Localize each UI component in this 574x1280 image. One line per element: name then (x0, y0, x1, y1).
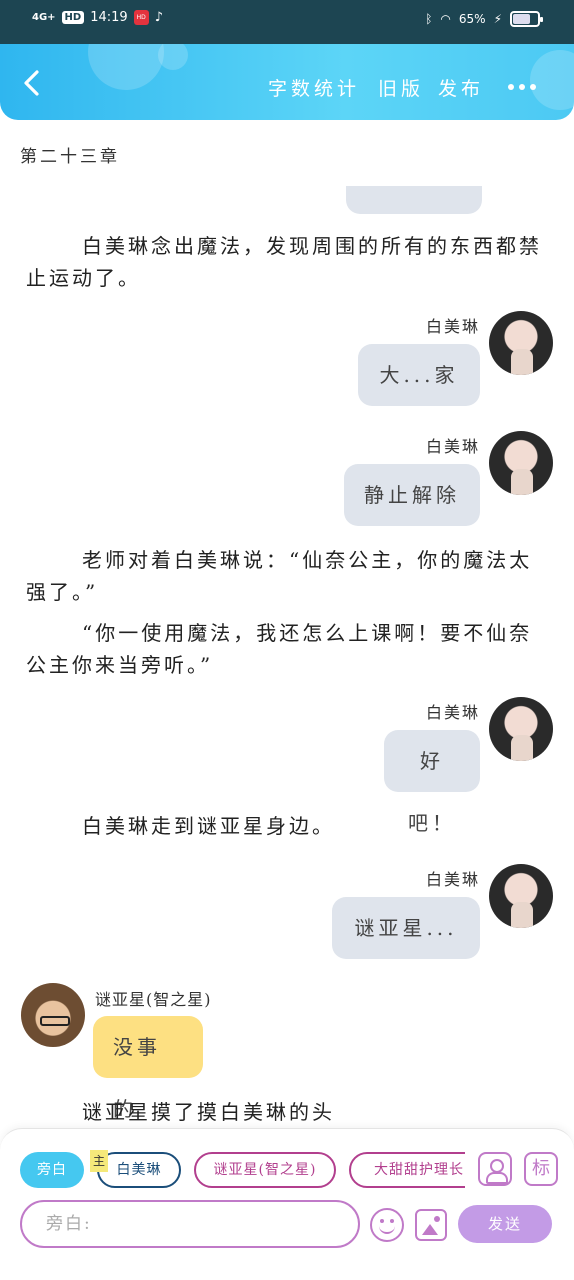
message-bubble[interactable]: 好吧！ (384, 730, 480, 835)
avatar[interactable] (489, 864, 553, 928)
bluetooth-icon: ᛒ (425, 12, 433, 26)
more-options-icon[interactable] (508, 84, 536, 90)
back-arrow-icon[interactable] (18, 68, 48, 98)
narration-text[interactable]: 老师对着白美琳说：“仙奈公主，你的魔法太强了。” (26, 544, 546, 608)
decoration-bubble (88, 44, 164, 90)
main-role-tag: 主 (90, 1150, 108, 1172)
avatar[interactable] (489, 697, 553, 761)
word-count-button[interactable]: 字数统计 (268, 74, 360, 101)
decoration-bubble (158, 44, 188, 70)
battery-icon (510, 11, 543, 27)
narration-text[interactable]: 白美琳走到谜亚星身边。 (82, 810, 574, 842)
network-indicator: 4G+ (32, 11, 56, 23)
speaker-name: 白美琳 (425, 317, 480, 336)
role-selector: 旁白 白美琳 谜亚星(智之星) 大甜甜护理长 (20, 1150, 465, 1190)
avatar[interactable] (21, 983, 85, 1047)
speaker-name: 谜亚星(智之星) (95, 990, 212, 1009)
status-right: ᛒ ◠ 65% ⚡ (425, 11, 543, 27)
role-chip-narrator[interactable]: 旁白 (20, 1152, 84, 1188)
speaker-name: 白美琳 (425, 437, 480, 456)
message-bubble[interactable]: 大...家 (358, 344, 480, 406)
status-time: 14:19 (90, 10, 128, 25)
tiktok-icon: ♪ (154, 10, 163, 25)
status-left: 4G+ HD 14:19 HD ♪ (32, 10, 163, 25)
role-chip-mi[interactable]: 谜亚星(智之星) (194, 1152, 336, 1188)
tag-icon[interactable]: 标 (524, 1152, 558, 1186)
avatar[interactable] (489, 431, 553, 495)
wifi-icon: ◠ (440, 12, 451, 26)
role-chip-bai[interactable]: 白美琳 (97, 1152, 181, 1188)
send-button[interactable]: 发送 (458, 1205, 552, 1243)
decoration-bubble (530, 50, 574, 110)
partial-message-bubble[interactable] (346, 186, 482, 214)
role-chip-da[interactable]: 大甜甜护理长 (349, 1152, 465, 1188)
message-bubble[interactable]: 谜亚星... (332, 897, 480, 959)
avatar[interactable] (489, 311, 553, 375)
app-notification-icon: HD (133, 10, 149, 25)
chapter-title: 第二十三章 (20, 147, 120, 167)
character-icon[interactable] (478, 1152, 512, 1186)
narration-text[interactable]: 白美琳念出魔法，发现周围的所有的东西都禁止运动了。 (26, 230, 546, 294)
old-version-button[interactable]: 旧版 (378, 74, 424, 101)
status-bar: 4G+ HD 14:19 HD ♪ ᛒ ◠ 65% ⚡ (0, 0, 574, 44)
battery-percent: 65% (458, 12, 486, 26)
message-bubble[interactable]: 静止解除 (344, 464, 480, 526)
narration-text[interactable]: 谜亚星摸了摸白美琳的头 (82, 1096, 574, 1128)
speaker-name: 白美琳 (425, 870, 480, 889)
message-input[interactable]: 旁白: (20, 1200, 360, 1248)
speaker-name: 白美琳 (425, 703, 480, 722)
hd-badge: HD (61, 11, 85, 24)
image-icon[interactable] (415, 1209, 447, 1241)
charging-icon: ⚡ (493, 12, 502, 26)
narration-text[interactable]: “你一使用魔法，我还怎么上课啊！要不仙奈公主你来当旁听。” (26, 617, 546, 681)
top-header: 字数统计 旧版 发布 (0, 44, 574, 120)
publish-button[interactable]: 发布 (438, 74, 484, 101)
message-bubble[interactable]: 没事的 (93, 1016, 203, 1121)
emoji-icon[interactable] (370, 1208, 404, 1242)
